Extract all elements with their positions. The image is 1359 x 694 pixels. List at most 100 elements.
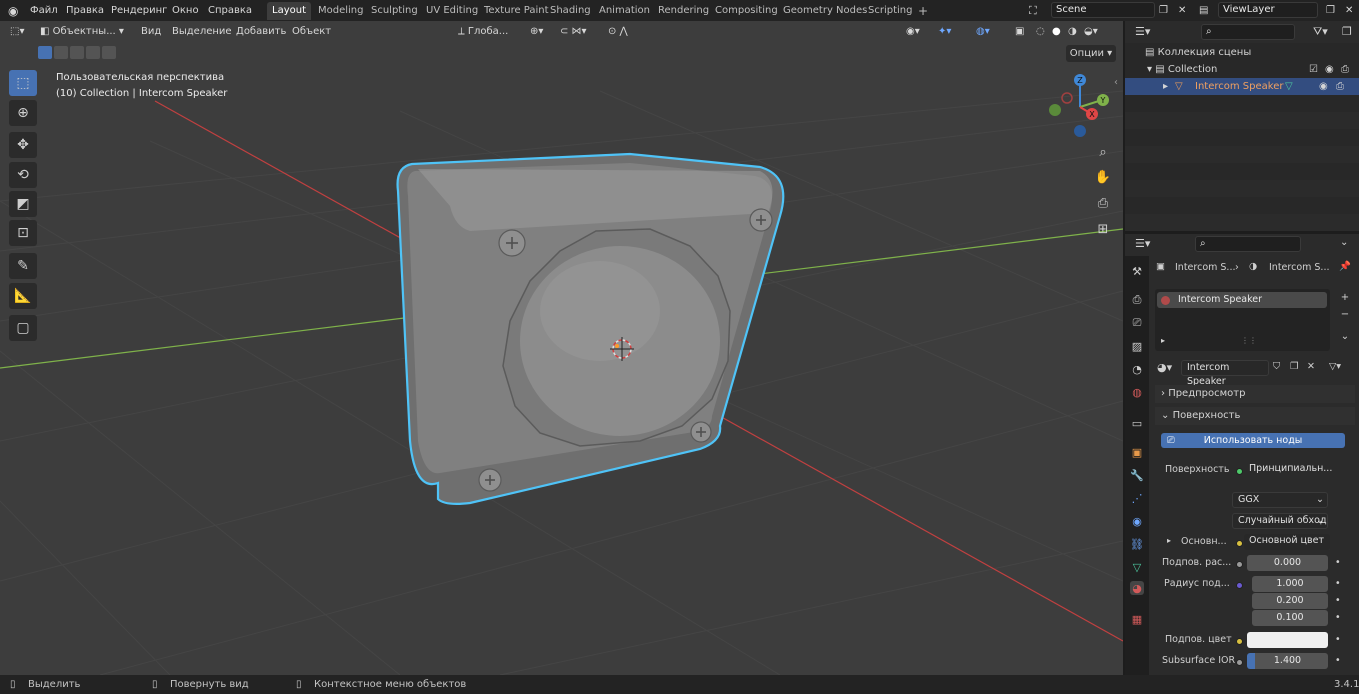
view-layer-tab-icon[interactable]: ▨ xyxy=(1130,339,1144,353)
outliner-editor-icon[interactable]: ☰▾ xyxy=(1135,25,1150,38)
render-camera-icon[interactable]: ⎙ xyxy=(1336,78,1344,95)
view-layer-icon[interactable]: ▤ xyxy=(1199,3,1208,19)
base-color-link[interactable]: Основной цвет xyxy=(1244,534,1330,550)
tool-tab-icon[interactable]: ⚒ xyxy=(1130,264,1144,278)
collection-tab-icon[interactable]: ▭ xyxy=(1130,416,1144,430)
data-tab-icon[interactable]: ▽ xyxy=(1130,560,1144,574)
distribution-dropdown[interactable]: GGX ⌄ xyxy=(1232,492,1328,508)
options-dropdown[interactable]: Опции ▾ xyxy=(1066,45,1116,62)
tab-layout[interactable]: Layout xyxy=(267,2,311,20)
mesh-data-icon[interactable]: ▽ xyxy=(1285,78,1293,95)
properties-search-input[interactable]: ⌕ xyxy=(1195,236,1301,252)
keyframe-dot-icon[interactable]: • xyxy=(1335,557,1341,568)
snap-icon[interactable]: ⊂ ⋈▾ xyxy=(560,21,587,42)
particles-tab-icon[interactable]: ⋰ xyxy=(1130,491,1144,505)
expand-arrow-icon[interactable]: ▾ xyxy=(1147,64,1155,75)
render-camera-icon[interactable]: ⎙ xyxy=(1341,62,1349,78)
menu-edit[interactable]: Правка xyxy=(66,3,104,19)
transform-tool[interactable]: ⊡ xyxy=(9,220,37,246)
scene-tab-icon[interactable]: ◔ xyxy=(1130,362,1144,376)
select-extend-icon[interactable] xyxy=(54,46,68,59)
gizmo-toggle-icon[interactable]: ✦▾ xyxy=(938,21,951,42)
expand-arrow-icon[interactable]: ▸ xyxy=(1167,536,1171,545)
remove-slot-button[interactable]: − xyxy=(1337,307,1353,323)
selection-mode-buttons[interactable] xyxy=(38,46,116,59)
modifier-tab-icon[interactable]: 🔧 xyxy=(1130,468,1144,482)
delete-view-layer-icon[interactable]: ✕ xyxy=(1345,3,1353,19)
camera-icon[interactable]: ⎙ xyxy=(1093,193,1113,213)
select-subtract-icon[interactable] xyxy=(70,46,84,59)
outliner-row-scene-collection[interactable]: ▤ Коллекция сцены xyxy=(1145,45,1251,61)
pivot-icon[interactable]: ⊕▾ xyxy=(530,21,543,42)
tab-uv-editing[interactable]: UV Editing xyxy=(421,2,483,20)
menu-window[interactable]: Окно xyxy=(172,3,199,19)
render-tab-icon[interactable]: ⎙ xyxy=(1130,293,1144,307)
menu-file[interactable]: Файл xyxy=(30,3,58,19)
duplicate-material-icon[interactable]: ❐ xyxy=(1290,361,1299,372)
keyframe-dot-icon[interactable]: • xyxy=(1335,612,1341,623)
panel-preview-header[interactable]: › Предпросмотр xyxy=(1155,385,1355,403)
resize-handle-icon[interactable]: ⋮⋮ xyxy=(1241,336,1257,345)
expand-arrow-icon[interactable]: ▸ xyxy=(1161,336,1165,345)
proportional-edit-icon[interactable]: ⊙ ⋀ xyxy=(608,21,628,42)
fake-user-shield-icon[interactable]: ⛉ xyxy=(1273,361,1280,372)
3d-viewport[interactable]: ⬚▾ ◧ Объектны... ▾ Вид Выделение Добавит… xyxy=(0,21,1123,675)
new-collection-icon[interactable]: ❐ xyxy=(1342,25,1352,38)
tab-modeling[interactable]: Modeling xyxy=(313,2,369,20)
filter-icon[interactable]: ⛛▾ xyxy=(1313,25,1328,39)
scene-icon[interactable]: ⛶ xyxy=(1029,3,1037,19)
radius-x-field[interactable]: 1.000 xyxy=(1252,576,1328,592)
shading-material-icon[interactable]: ◑ xyxy=(1068,21,1077,42)
measure-tool[interactable]: 📐 xyxy=(9,283,37,309)
eye-icon[interactable]: ◉ xyxy=(1319,78,1328,95)
shading-solid-icon[interactable]: ● xyxy=(1052,21,1061,42)
browse-material-icon[interactable]: ◕▾ xyxy=(1157,361,1172,374)
xray-icon[interactable]: ▣ xyxy=(1015,21,1024,42)
navigation-gizmo[interactable]: Z Y X xyxy=(1042,71,1114,143)
shading-rendered-icon[interactable]: ◒▾ xyxy=(1084,21,1098,42)
material-name-field[interactable]: Intercom Speaker xyxy=(1181,360,1269,387)
transform-orientation[interactable]: ⟂ Глоба... xyxy=(458,21,508,42)
keyframe-dot-icon[interactable]: • xyxy=(1335,634,1341,645)
outliner-search-input[interactable]: ⌕ xyxy=(1201,24,1295,40)
keyframe-dot-icon[interactable]: • xyxy=(1335,578,1341,589)
menu-add[interactable]: Добавить xyxy=(236,21,286,42)
world-tab-icon[interactable]: ◍ xyxy=(1130,385,1144,399)
visibility-icon[interactable]: ◉▾ xyxy=(906,21,920,42)
add-cube-tool[interactable]: ▢ xyxy=(9,315,37,341)
properties-editor-icon[interactable]: ☰▾ xyxy=(1135,237,1150,250)
select-new-icon[interactable] xyxy=(38,46,52,59)
subsurface-field[interactable]: 0.000 xyxy=(1247,555,1328,571)
overlay-toggle-icon[interactable]: ◍▾ xyxy=(976,21,990,42)
pin-icon[interactable]: 📌 xyxy=(1339,261,1351,272)
annotate-tool[interactable]: ✎ xyxy=(9,253,37,279)
keyframe-dot-icon[interactable]: • xyxy=(1335,595,1341,606)
scene-selector[interactable]: Scene xyxy=(1051,2,1155,18)
subsurface-method-dropdown[interactable]: Случайный обход ⌄ xyxy=(1232,513,1328,529)
radius-z-field[interactable]: 0.100 xyxy=(1252,610,1328,626)
object-tab-icon[interactable]: ▣ xyxy=(1130,445,1144,459)
viewport-scene[interactable] xyxy=(0,21,1123,675)
select-intersect-icon[interactable] xyxy=(102,46,116,59)
panel-surface-header[interactable]: ⌄ Поверхность xyxy=(1155,407,1355,425)
physics-tab-icon[interactable]: ◉ xyxy=(1130,514,1144,528)
new-view-layer-icon[interactable]: ❐ xyxy=(1326,3,1335,19)
add-slot-button[interactable]: + xyxy=(1337,290,1353,306)
link-type-icon[interactable]: ▽▾ xyxy=(1329,361,1341,372)
menu-object[interactable]: Объект xyxy=(292,21,331,42)
view-layer-selector[interactable]: ViewLayer xyxy=(1218,2,1318,18)
tab-rendering[interactable]: Rendering xyxy=(653,2,714,20)
pan-hand-icon[interactable]: ✋ xyxy=(1093,167,1113,187)
material-slots-list[interactable]: Intercom Speaker ▸ ⋮⋮ xyxy=(1155,289,1330,351)
editor-type-icon[interactable]: ⬚▾ xyxy=(10,21,24,42)
move-tool[interactable]: ✥ xyxy=(9,132,37,158)
zoom-icon[interactable]: ⌕ xyxy=(1093,142,1113,162)
tab-shading[interactable]: Shading xyxy=(545,2,596,20)
eye-icon[interactable]: ◉ xyxy=(1325,62,1334,78)
delete-scene-icon[interactable]: ✕ xyxy=(1178,3,1186,19)
select-invert-icon[interactable] xyxy=(86,46,100,59)
mode-selector[interactable]: ◧ Объектны... ▾ xyxy=(40,21,130,42)
slot-specials-button[interactable]: ⌄ xyxy=(1337,329,1353,345)
add-workspace-button[interactable]: + xyxy=(913,2,933,20)
output-tab-icon[interactable]: ⎚ xyxy=(1130,316,1144,330)
